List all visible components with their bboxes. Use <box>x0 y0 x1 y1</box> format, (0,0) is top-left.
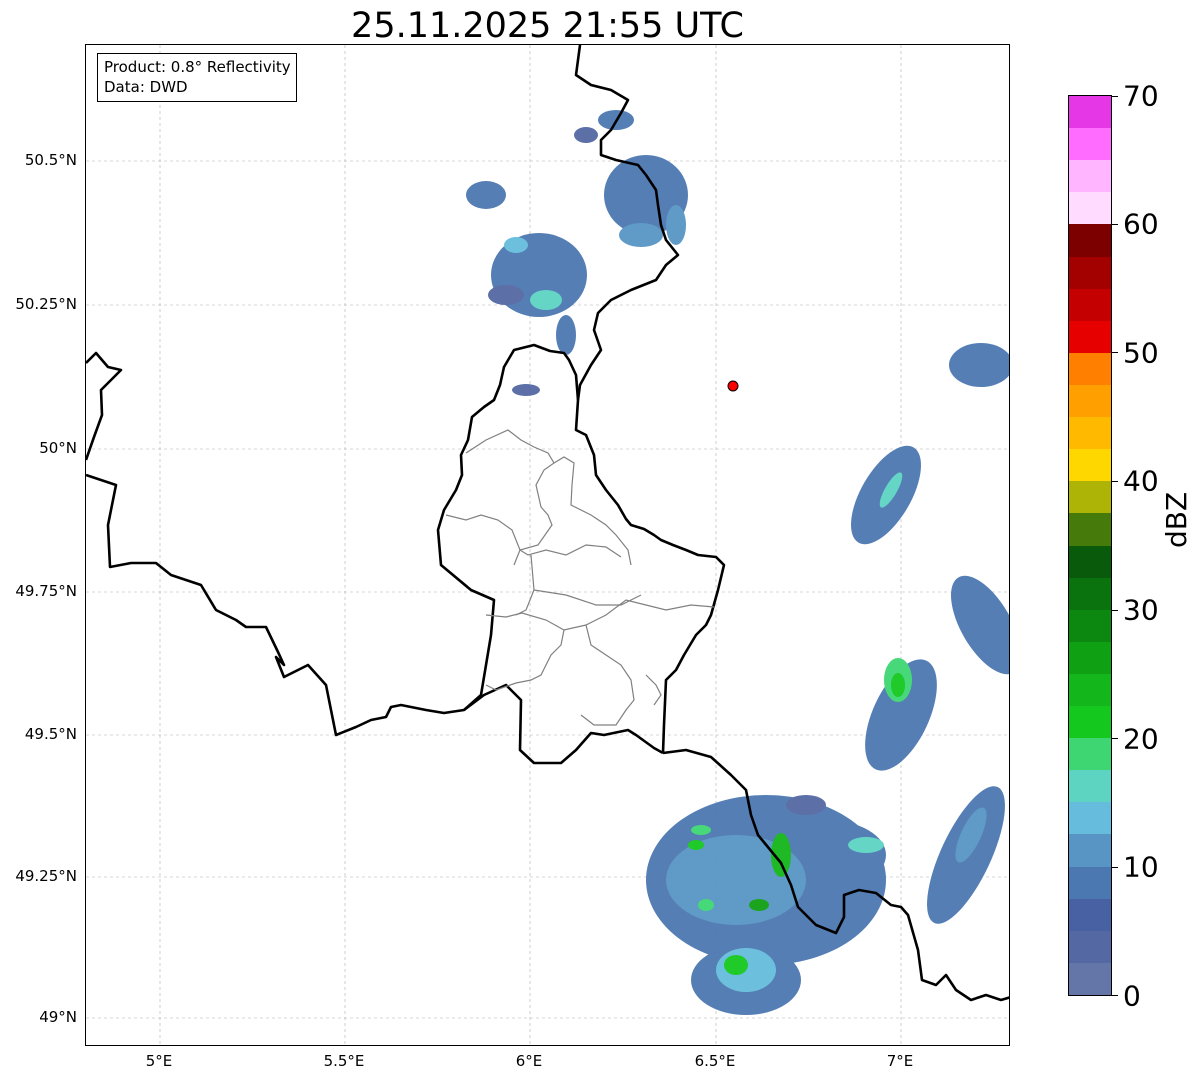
y-tick-label: 49.25°N <box>15 867 77 885</box>
colorbar-segment <box>1069 512 1111 546</box>
colorbar-tickmark <box>1112 96 1118 97</box>
y-tick-label: 50°N <box>39 439 77 457</box>
x-tick-label: 6°E <box>515 1052 543 1070</box>
y-tick-label: 50.25°N <box>15 295 77 313</box>
y-tick-label: 49.75°N <box>15 582 77 600</box>
colorbar-label: dBZ <box>1160 491 1193 548</box>
colorbar-tick-label: 70 <box>1123 79 1159 113</box>
colorbar-tickmark <box>1112 224 1118 225</box>
colorbar-segment <box>1069 480 1111 514</box>
colorbar-segment <box>1069 865 1111 899</box>
map-title: 25.11.2025 21:55 UTC <box>351 6 744 46</box>
colorbar-segment <box>1069 96 1111 129</box>
colorbar-tickmark <box>1112 995 1118 996</box>
colorbar-segment <box>1069 127 1111 161</box>
data-source-label: Data: DWD <box>104 78 188 96</box>
colorbar-tickmark <box>1112 610 1118 611</box>
colorbar-segment <box>1069 223 1111 257</box>
colorbar-segment <box>1069 352 1111 385</box>
colorbar-segment <box>1069 769 1111 803</box>
colorbar-segment <box>1069 544 1111 578</box>
y-tick-label: 50.5°N <box>24 151 77 169</box>
colorbar-segment <box>1069 705 1111 739</box>
x-tick-label: 6.5°E <box>694 1052 736 1070</box>
colorbar-segment <box>1069 288 1111 321</box>
colorbar-segment <box>1069 930 1111 963</box>
x-tick-label: 5°E <box>145 1052 173 1070</box>
y-tick-label: 49°N <box>39 1008 77 1026</box>
product-info-box: Product: 0.8° Reflectivity Data: DWD <box>97 53 297 102</box>
colorbar-segment <box>1069 609 1111 642</box>
colorbar-segment <box>1069 641 1111 674</box>
echo-north <box>466 110 688 396</box>
colorbar-segment <box>1069 833 1111 867</box>
y-tick-label: 49.5°N <box>24 725 77 743</box>
colorbar-tick-label: 0 <box>1123 979 1141 1013</box>
colorbar-tickmark <box>1112 352 1118 353</box>
colorbar-segment <box>1069 962 1111 995</box>
colorbar-tickmark <box>1112 867 1118 868</box>
colorbar-tickmark <box>1112 481 1118 482</box>
x-tick-label: 5.5°E <box>323 1052 365 1070</box>
colorbar-tick-label: 60 <box>1123 207 1159 241</box>
colorbar-segment <box>1069 384 1111 418</box>
colorbar-tick-label: 10 <box>1123 850 1159 884</box>
colorbar <box>1068 95 1112 996</box>
colorbar-segment <box>1069 320 1111 353</box>
radar-map[interactable] <box>85 44 1010 1046</box>
colorbar-tick-label: 50 <box>1123 336 1159 370</box>
colorbar-segment <box>1069 673 1111 707</box>
colorbar-segment <box>1069 416 1111 450</box>
radar-echoes <box>466 110 1009 1015</box>
colorbar-segment <box>1069 159 1111 193</box>
x-tick-label: 7°E <box>886 1052 914 1070</box>
colorbar-segment <box>1069 737 1111 771</box>
echo-south <box>646 795 886 1015</box>
canton-borders <box>445 429 715 726</box>
colorbar-segment <box>1069 898 1111 931</box>
colorbar-segment <box>1069 577 1111 610</box>
colorbar-segment <box>1069 191 1111 225</box>
product-label: Product: 0.8° Reflectivity <box>104 58 291 76</box>
colorbar-tick-label: 20 <box>1123 722 1159 756</box>
radar-site-marker <box>727 380 739 392</box>
colorbar-segment <box>1069 801 1111 835</box>
colorbar-tickmark <box>1112 738 1118 739</box>
map-canvas <box>86 45 1009 1045</box>
colorbar-tick-label: 40 <box>1123 464 1159 498</box>
colorbar-segment <box>1069 255 1111 289</box>
colorbar-tick-label: 30 <box>1123 593 1159 627</box>
colorbar-segment <box>1069 448 1111 482</box>
